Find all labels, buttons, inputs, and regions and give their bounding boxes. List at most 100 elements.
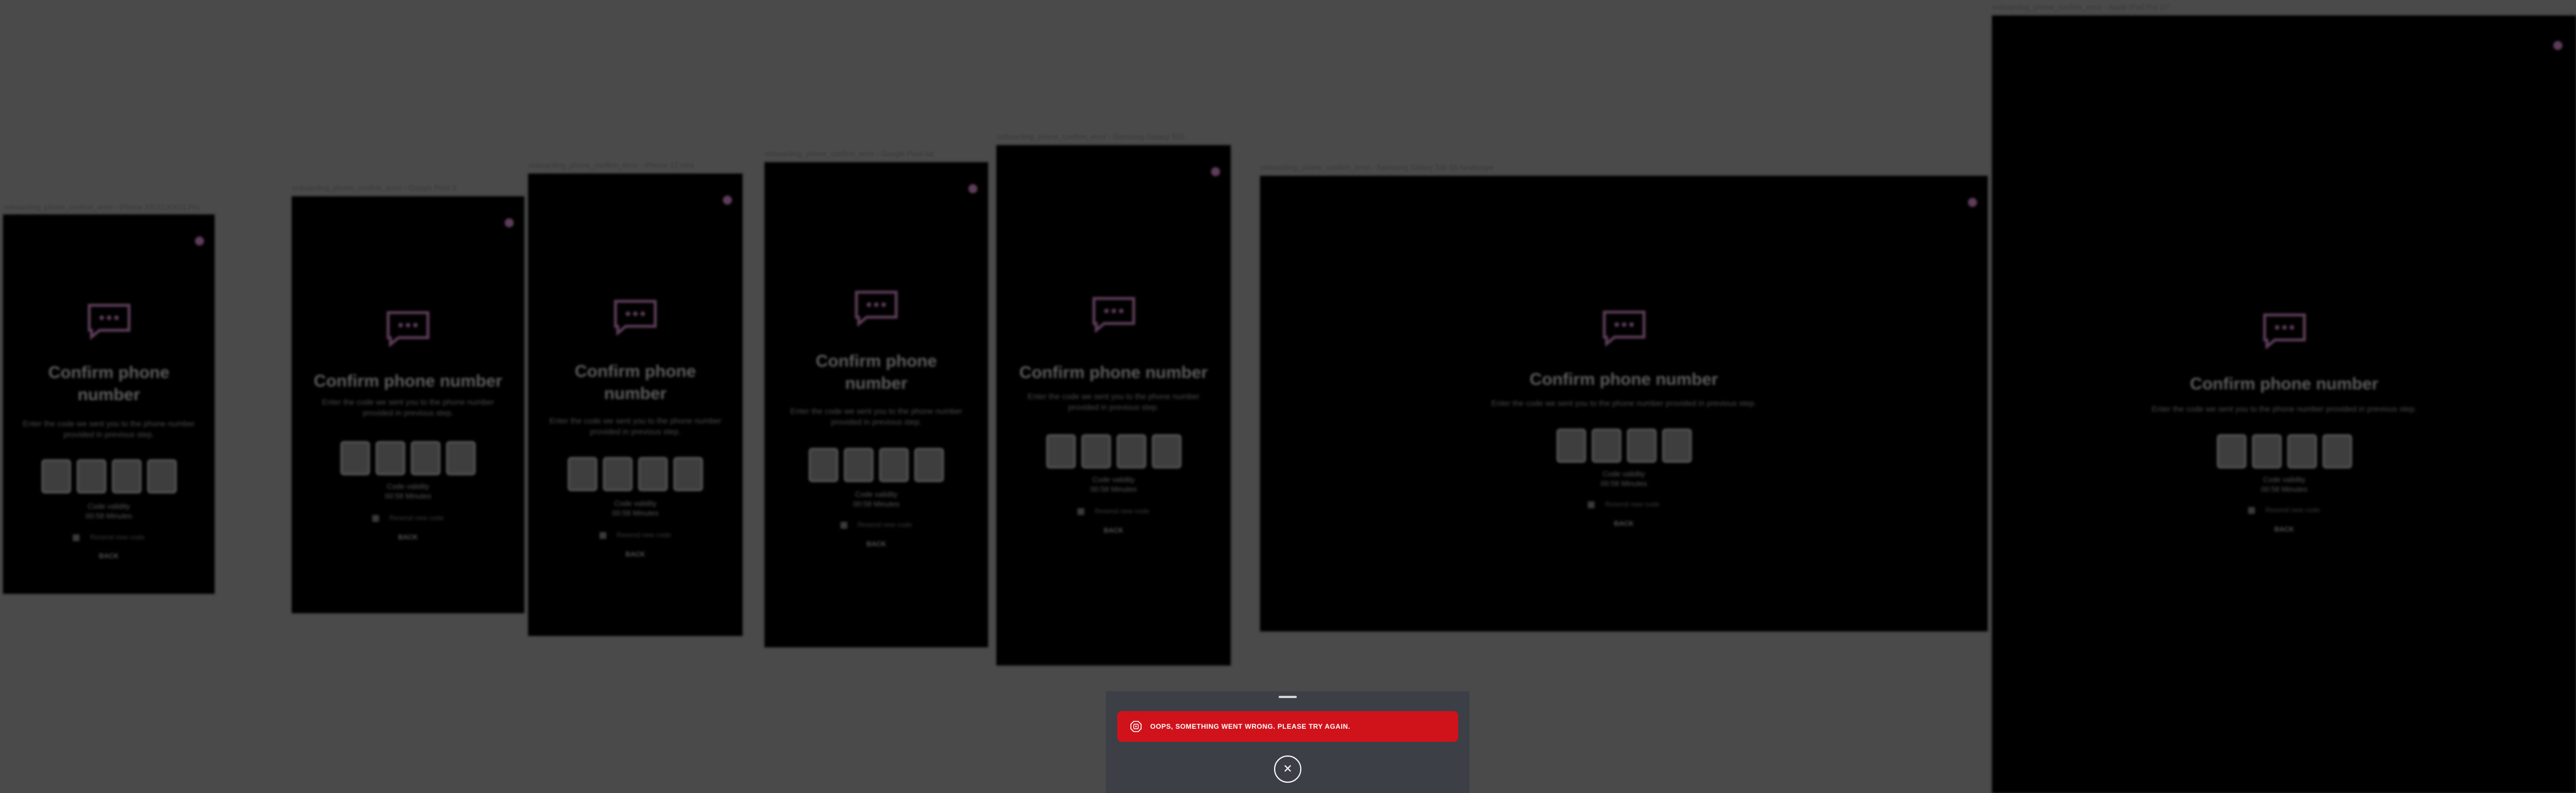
back-button[interactable]: BACK — [1992, 525, 2576, 533]
back-button[interactable]: BACK — [1260, 520, 1987, 528]
otp-digit-input[interactable] — [914, 448, 944, 482]
chat-icon — [614, 300, 657, 335]
otp-digit-input[interactable] — [76, 459, 106, 493]
otp-digit-input[interactable] — [1046, 434, 1076, 468]
otp-digit-input[interactable] — [340, 441, 370, 475]
frame-label: onboarding_phone_confirm_error - Google … — [292, 184, 457, 192]
frame-label: onboarding_phone_confirm_error - Apple i… — [1992, 3, 2170, 11]
resend-link[interactable]: Resend new code — [1260, 500, 1987, 508]
otp-digit-input[interactable] — [2322, 434, 2352, 468]
otp-digit-input[interactable] — [603, 457, 632, 491]
resend-icon — [840, 521, 847, 529]
code-validity: Code validity 00:58 Minutes — [1600, 470, 1647, 488]
otp-digit-input[interactable] — [1662, 429, 1692, 463]
otp-digit-input[interactable] — [2252, 434, 2282, 468]
otp-digit-input[interactable] — [2216, 434, 2246, 468]
frame-label: onboarding_phone_confirm_error - iPhone … — [528, 161, 694, 169]
otp-digit-input[interactable] — [1081, 434, 1111, 468]
back-button[interactable]: BACK — [765, 540, 988, 548]
device-frame: Confirm phone number Enter the code we s… — [1260, 176, 1987, 631]
drag-handle[interactable] — [1279, 696, 1297, 698]
page-title: Confirm phone number — [815, 352, 937, 393]
error-banner: OOPS, SOMETHING WENT WRONG. PLEASE TRY A… — [1117, 711, 1458, 742]
otp-digit-input[interactable] — [809, 448, 838, 482]
otp-digit-input[interactable] — [1626, 429, 1657, 463]
close-icon[interactable] — [1968, 198, 1977, 207]
resend-icon — [1588, 501, 1595, 508]
device-frame: Confirm phone number Enter the code we s… — [765, 163, 988, 647]
otp-digit-input[interactable] — [446, 441, 476, 475]
device-frame: Confirm phone number Enter the code we s… — [528, 174, 742, 636]
frame-label: onboarding_phone_confirm_error - iPhone … — [3, 203, 200, 211]
subtitle: Enter the code we sent you to the phone … — [1491, 398, 1757, 408]
otp-digit-input[interactable] — [1116, 434, 1146, 468]
subtitle: Enter the code we sent you to the phone … — [549, 416, 722, 436]
error-bottom-sheet: OOPS, SOMETHING WENT WRONG. PLEASE TRY A… — [1106, 691, 1470, 793]
otp-digit-input[interactable] — [2287, 434, 2317, 468]
back-button[interactable]: BACK — [528, 550, 742, 558]
close-icon[interactable] — [2553, 41, 2562, 50]
page-title: Confirm phone number — [1529, 370, 1718, 389]
frame-label: onboarding_phone_confirm_error - Samsung… — [997, 132, 1185, 141]
code-validity: Code validity 00:58 Minutes — [385, 482, 431, 500]
otp-digit-input[interactable] — [1591, 429, 1621, 463]
otp-row — [568, 457, 703, 491]
close-icon[interactable] — [195, 236, 204, 246]
page-title: Confirm phone number — [1019, 363, 1208, 382]
resend-link[interactable]: Resend new code — [3, 533, 214, 541]
otp-digit-input[interactable] — [41, 459, 71, 493]
otp-digit-input[interactable] — [111, 459, 142, 493]
resend-link[interactable]: Resend new code — [528, 531, 742, 539]
frame-label: onboarding_phone_confirm_error - Samsung… — [1260, 163, 1494, 172]
page-title: Confirm phone number — [48, 363, 170, 404]
otp-digit-input[interactable] — [1151, 434, 1181, 468]
otp-digit-input[interactable] — [638, 457, 668, 491]
device-frame: Confirm phone number Enter the code we s… — [1992, 16, 2576, 793]
code-validity: Code validity 00:58 Minutes — [853, 490, 900, 508]
subtitle: Enter the code we sent you to the phone … — [2151, 404, 2417, 413]
back-button[interactable]: BACK — [292, 533, 524, 541]
error-message: OOPS, SOMETHING WENT WRONG. PLEASE TRY A… — [1150, 723, 1351, 730]
device-frame: Confirm phone number Enter the code we s… — [997, 146, 1230, 665]
otp-digit-input[interactable] — [879, 448, 909, 482]
close-button[interactable]: ✕ — [1274, 755, 1301, 783]
close-icon[interactable] — [968, 184, 977, 193]
close-icon[interactable] — [505, 218, 514, 227]
chat-icon — [1603, 310, 1645, 346]
page-title: Confirm phone number — [2190, 375, 2379, 393]
close-icon[interactable] — [723, 196, 732, 205]
code-validity: Code validity 00:58 Minutes — [1090, 475, 1137, 493]
resend-icon — [73, 534, 80, 541]
subtitle: Enter the code we sent you to the phone … — [790, 406, 963, 426]
back-button[interactable]: BACK — [3, 552, 214, 560]
otp-row — [1556, 429, 1692, 463]
code-validity: Code validity 00:58 Minutes — [85, 502, 132, 520]
close-icon[interactable] — [1211, 167, 1220, 176]
resend-icon — [1077, 508, 1085, 515]
resend-link[interactable]: Resend new code — [765, 521, 988, 529]
page-title: Confirm phone number — [575, 362, 696, 403]
otp-digit-input[interactable] — [568, 457, 597, 491]
resend-link[interactable]: Resend new code — [997, 507, 1230, 515]
otp-digit-input[interactable] — [147, 459, 177, 493]
back-button[interactable]: BACK — [997, 526, 1230, 534]
chat-icon — [1092, 297, 1135, 333]
otp-digit-input[interactable] — [673, 457, 703, 491]
otp-row — [1046, 434, 1181, 468]
otp-row — [2216, 434, 2352, 468]
code-validity: Code validity 00:58 Minutes — [2261, 475, 2308, 493]
resend-link[interactable]: Resend new code — [292, 514, 524, 522]
subtitle: Enter the code we sent you to the phone … — [322, 397, 494, 417]
chat-icon — [855, 290, 898, 326]
close-icon: ✕ — [1283, 763, 1293, 775]
code-validity: Code validity 00:58 Minutes — [612, 499, 659, 517]
resend-icon — [599, 532, 606, 539]
otp-digit-input[interactable] — [376, 441, 405, 475]
otp-digit-input[interactable] — [1556, 429, 1586, 463]
resend-link[interactable]: Resend new code — [1992, 506, 2576, 514]
otp-digit-input[interactable] — [411, 441, 440, 475]
resend-icon — [372, 514, 379, 522]
otp-digit-input[interactable] — [844, 448, 873, 482]
subtitle: Enter the code we sent you to the phone … — [23, 419, 195, 439]
device-frame: Confirm phone number Enter the code we s… — [3, 215, 214, 593]
